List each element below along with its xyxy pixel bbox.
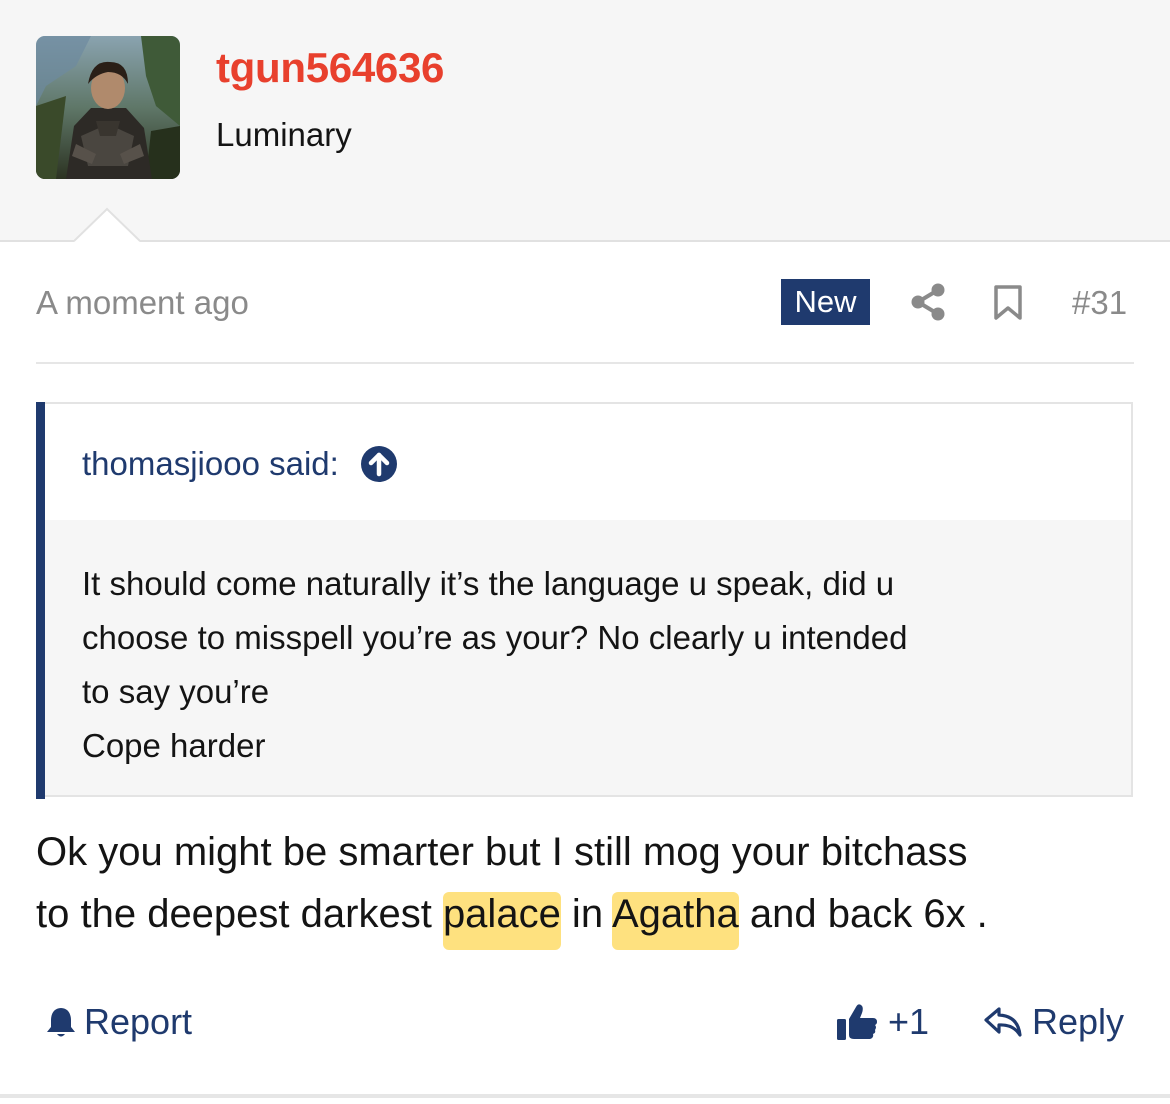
- header-pointer: [74, 207, 140, 242]
- new-badge: New: [781, 279, 870, 325]
- post-message: Ok you might be smarter but I still mog …: [36, 821, 1146, 950]
- username[interactable]: tgun564636: [216, 44, 444, 92]
- quote-text: It should come naturally it’s the langua…: [82, 557, 1092, 773]
- avatar[interactable]: [36, 36, 180, 179]
- post-time: A moment ago: [36, 284, 249, 321]
- divider: [0, 1094, 1170, 1098]
- reply-label[interactable]: Reply: [1032, 1000, 1124, 1044]
- quote-accent-bar: [36, 402, 45, 799]
- avatar-image: [36, 36, 180, 179]
- like-button[interactable]: +1: [836, 1000, 929, 1044]
- arrow-up-circle-icon[interactable]: [360, 446, 397, 482]
- quote-line: It should come naturally it’s the langua…: [82, 565, 895, 602]
- user-header: tgun564636 Luminary: [0, 0, 1170, 242]
- message-line: to the deepest darkest palace in Agatha …: [36, 883, 1146, 950]
- quote-attribution[interactable]: thomasjiooo said:: [82, 444, 397, 484]
- reply-arrow-icon: [984, 1007, 1022, 1037]
- message-text: to the deepest darkest: [36, 892, 443, 936]
- quote-line: choose to misspell you’re as your? No cl…: [82, 619, 908, 656]
- highlighted-word: Agatha: [611, 892, 739, 950]
- share-icon[interactable]: [910, 283, 946, 321]
- post-number-link[interactable]: #31: [1072, 283, 1127, 323]
- message-text: and back 6x .: [738, 892, 988, 936]
- user-title: Luminary: [216, 116, 352, 153]
- message-line: Ok you might be smarter but I still mog …: [36, 830, 968, 874]
- quote-body: It should come naturally it’s the langua…: [45, 520, 1131, 795]
- bell-icon: [47, 1007, 75, 1036]
- divider: [36, 362, 1134, 364]
- quote-line: to say you’re: [82, 673, 270, 710]
- reply-button[interactable]: Reply: [984, 1000, 1124, 1044]
- like-count[interactable]: +1: [888, 1000, 929, 1044]
- quote-author-label[interactable]: thomasjiooo said:: [82, 444, 339, 484]
- bookmark-icon[interactable]: [993, 285, 1023, 320]
- quote-line: Cope harder: [82, 727, 266, 764]
- report-button[interactable]: Report: [46, 1000, 192, 1044]
- highlighted-word: palace: [442, 892, 561, 950]
- report-label[interactable]: Report: [84, 1000, 192, 1044]
- thumbs-up-icon: [837, 1004, 877, 1040]
- quote-block: thomasjiooo said: It should come natural…: [36, 402, 1133, 799]
- message-text: in: [560, 892, 612, 936]
